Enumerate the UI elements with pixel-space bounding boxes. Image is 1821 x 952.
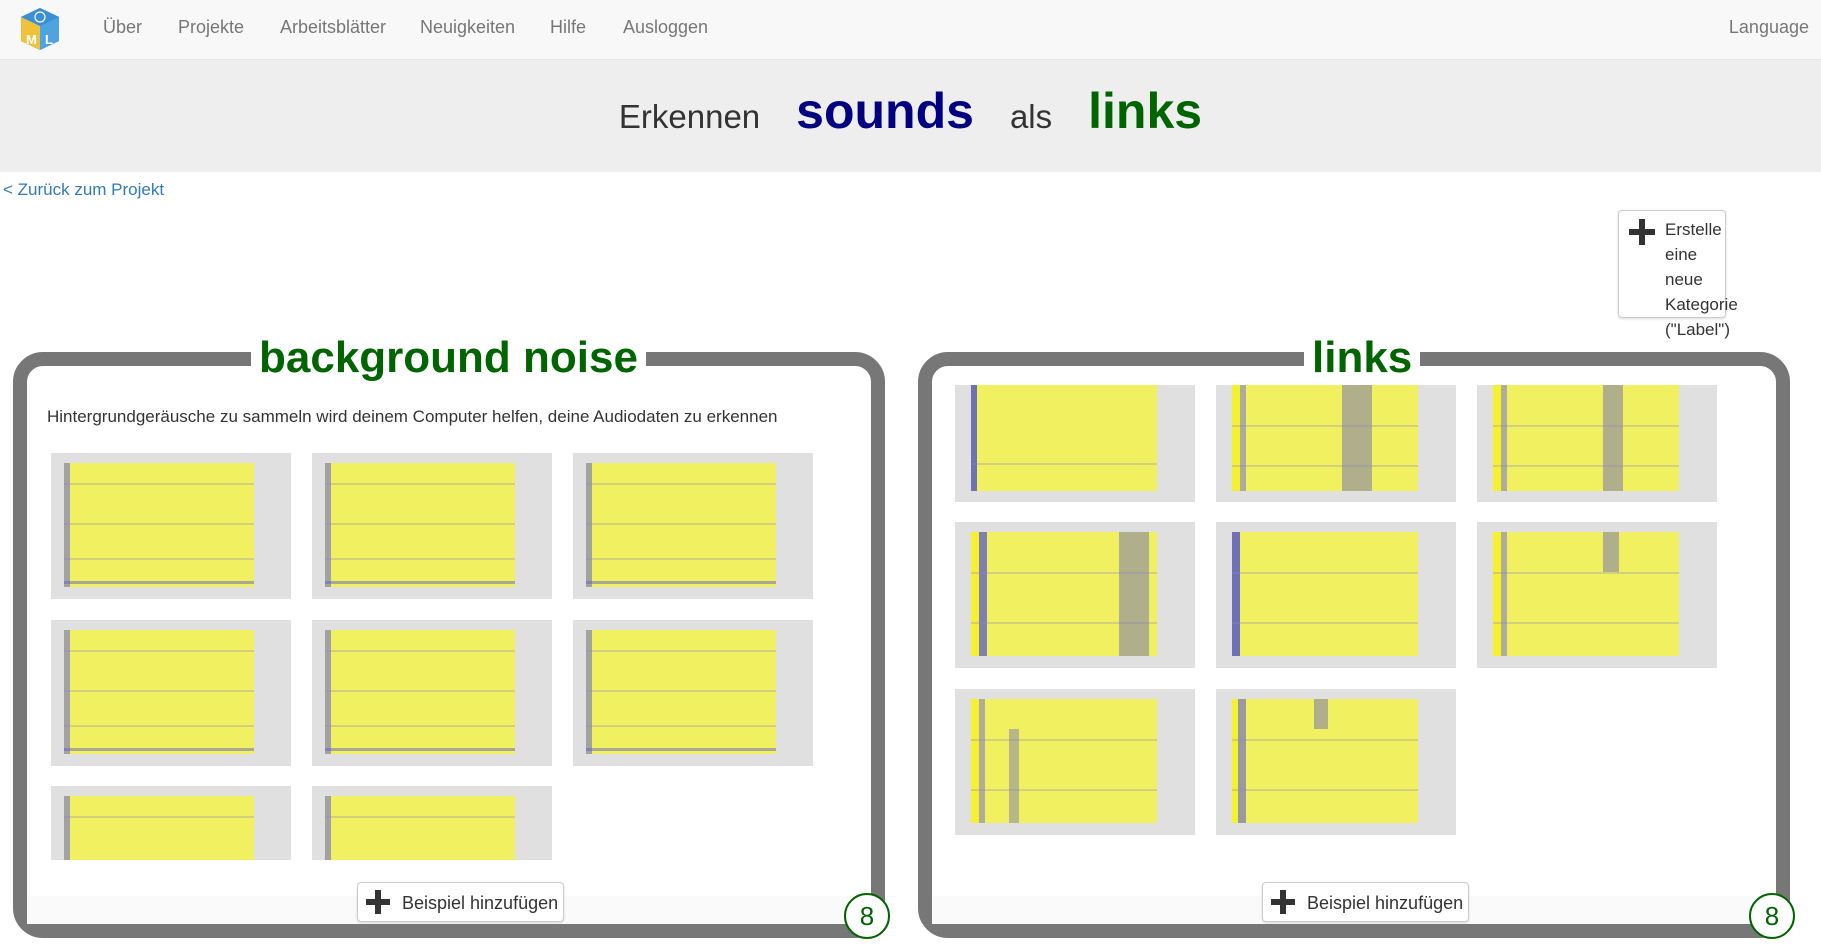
- label-name: links: [1304, 332, 1421, 384]
- label-name: background noise: [251, 332, 646, 384]
- nav-item-arbeitsblaetter[interactable]: Arbeitsblätter: [280, 17, 386, 38]
- add-new-label-button[interactable]: Erstelle eine neue Kategorie ("Label"): [1618, 210, 1738, 339]
- spectrogram-icon: [1232, 385, 1418, 491]
- spectrogram-icon: [586, 630, 776, 754]
- page-title: Erkennen sounds als links: [0, 60, 1821, 172]
- label-panel-links: links Beispiel hinzufügen 8: [918, 332, 1795, 939]
- nav-item-hilfe[interactable]: Hilfe: [550, 17, 586, 38]
- spectrogram-icon: [971, 532, 1157, 656]
- example-count-badge: 8: [1749, 893, 1795, 939]
- nav-item-projekte[interactable]: Projekte: [178, 17, 244, 38]
- nav-item-ueber[interactable]: Über: [103, 17, 142, 38]
- sound-example[interactable]: [312, 620, 552, 766]
- spectrogram-icon: [1493, 532, 1679, 656]
- spectrogram-icon: [325, 463, 515, 587]
- spectrogram-icon: [325, 630, 515, 754]
- title-band: Erkennen sounds als links: [0, 60, 1821, 172]
- spectrogram-icon: [64, 796, 254, 860]
- spectrogram-icon: [971, 385, 1157, 491]
- spectrogram-icon: [64, 630, 254, 754]
- back-to-project-link[interactable]: < Zurück zum Projekt: [3, 180, 164, 200]
- sound-example[interactable]: [1216, 385, 1456, 502]
- navbar: M L Über Projekte Arbeitsblätter Neuigke…: [0, 0, 1821, 60]
- sound-example[interactable]: [955, 522, 1195, 668]
- svg-text:L: L: [45, 32, 53, 47]
- sound-example[interactable]: [1477, 385, 1717, 502]
- add-example-label: Beispiel hinzufügen: [1307, 893, 1464, 913]
- sound-example[interactable]: [51, 620, 291, 766]
- title-target: links: [1088, 83, 1203, 139]
- title-middle: als: [1009, 98, 1053, 135]
- add-example-button[interactable]: Beispiel hinzufügen: [1262, 882, 1469, 922]
- sound-example[interactable]: [312, 786, 552, 860]
- sound-example[interactable]: [1477, 522, 1717, 668]
- example-count-badge: 8: [844, 893, 890, 939]
- label-description: Hintergrundgeräusche zu sammeln wird dei…: [47, 407, 778, 426]
- sound-example[interactable]: [573, 620, 813, 766]
- spectrogram-icon: [325, 796, 515, 860]
- sound-example[interactable]: [312, 453, 552, 599]
- add-example-label: Beispiel hinzufügen: [402, 893, 559, 913]
- sound-example[interactable]: [955, 385, 1195, 502]
- title-prefix: Erkennen: [618, 98, 761, 135]
- spectrogram-icon: [1232, 699, 1418, 823]
- add-example-button[interactable]: Beispiel hinzufügen: [357, 882, 564, 922]
- logo-icon[interactable]: M L: [19, 6, 61, 52]
- sound-example[interactable]: [51, 786, 291, 860]
- spectrogram-icon: [586, 463, 776, 587]
- sound-example[interactable]: [955, 689, 1195, 835]
- spectrogram-icon: [1232, 532, 1418, 656]
- sound-example[interactable]: [1216, 522, 1456, 668]
- nav-item-neuigkeiten[interactable]: Neuigkeiten: [420, 17, 515, 38]
- sound-example[interactable]: [573, 453, 813, 599]
- svg-text:M: M: [26, 32, 37, 47]
- spectrogram-icon: [64, 463, 254, 587]
- spectrogram-icon: [1493, 385, 1679, 491]
- language-menu[interactable]: Language: [1729, 17, 1809, 38]
- label-panel-background-noise: background noise Hintergrundgeräusche zu…: [13, 332, 890, 939]
- nav-item-ausloggen[interactable]: Ausloggen: [623, 17, 708, 38]
- sound-example[interactable]: [51, 453, 291, 599]
- title-data-type: sounds: [796, 83, 974, 139]
- plus-icon: [1271, 890, 1295, 914]
- plus-icon: [366, 890, 390, 914]
- add-new-label-text: Erstelle eine neue Kategorie ("Label"): [1665, 220, 1738, 339]
- plus-icon: [1629, 219, 1655, 245]
- sound-example[interactable]: [1216, 689, 1456, 835]
- spectrogram-icon: [971, 699, 1157, 823]
